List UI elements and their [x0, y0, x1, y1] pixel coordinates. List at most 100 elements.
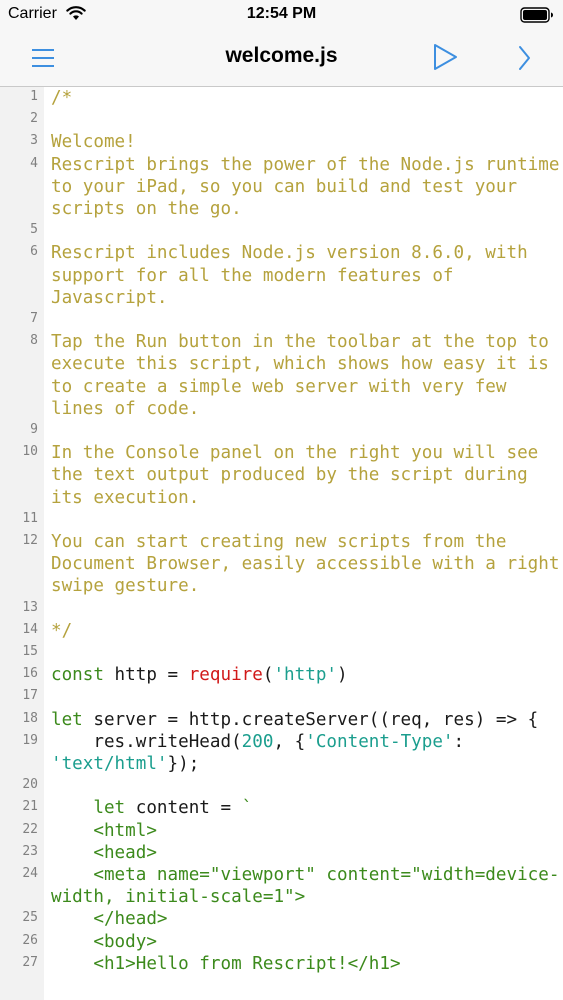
code-line[interactable]: 7	[0, 309, 563, 331]
code-token: require	[188, 665, 263, 686]
code-token: let	[51, 709, 83, 730]
code-text: Welcome!	[51, 131, 563, 153]
code-token: <h1>Hello from Rescript!</h1>	[51, 953, 401, 974]
code-editor[interactable]: 1/* 2 3 Welcome! 4 Rescript brings the power …	[0, 87, 563, 1000]
code-line[interactable]: 12 You can start creating new scripts fro…	[0, 531, 563, 598]
code-token: res.writeHead(	[51, 731, 242, 752]
code-token: http =	[103, 665, 189, 686]
line-number: 25	[22, 910, 38, 926]
line-number: 19	[22, 732, 38, 748]
code-text: res.writeHead(200, {'Content-Type': 'tex…	[51, 731, 563, 775]
code-line[interactable]: 16 const http = require('http')	[0, 664, 563, 686]
code-line[interactable]: 13	[0, 598, 563, 620]
code-text: Rescript includes Node.js version 8.6.0,…	[51, 242, 563, 309]
code-line[interactable]: 5	[0, 220, 563, 242]
code-line[interactable]: 3 Welcome!	[0, 131, 563, 153]
code-line[interactable]: 22 <html>	[0, 820, 563, 842]
code-line[interactable]: 8 Tap the Run button in the toolbar at th…	[0, 331, 563, 420]
code-text: */	[51, 620, 563, 642]
line-number: 22	[22, 821, 38, 837]
code-token: <body>	[51, 931, 157, 952]
code-text: Rescript brings the power of the Node.js…	[51, 154, 563, 221]
code-token: :	[453, 731, 475, 752]
line-number: 3	[30, 133, 38, 149]
code-token: 'text/html'	[51, 753, 168, 774]
code-line[interactable]: 26 <body>	[0, 931, 563, 953]
code-line[interactable]: 24 <meta name="viewport" content="width=…	[0, 864, 563, 908]
code-token: <html>	[51, 820, 157, 841]
code-token: )	[337, 665, 348, 686]
code-token: server = http.createServer((req, res) =>…	[82, 709, 539, 730]
line-number: 18	[22, 710, 38, 726]
code-token: Rescript includes Node.js version 8.6.0,…	[51, 243, 539, 308]
code-line[interactable]: 17	[0, 686, 563, 708]
code-token: , {	[273, 731, 306, 752]
code-token: content =	[125, 798, 242, 819]
code-line[interactable]: 25 </head>	[0, 908, 563, 930]
code-token: </head>	[51, 909, 168, 930]
code-text: In the Console panel on the right you wi…	[51, 442, 563, 509]
code-line[interactable]: 6 Rescript includes Node.js version 8.6.0…	[0, 242, 563, 309]
code-line[interactable]: 1 /*	[0, 87, 563, 109]
code-token: const	[51, 665, 104, 686]
navigation-bar: welcome.js	[0, 30, 563, 87]
code-token: In the Console panel on the right you wi…	[51, 443, 549, 508]
battery-icon	[520, 7, 553, 23]
code-token: */	[51, 620, 73, 641]
code-line[interactable]: 11	[0, 509, 563, 531]
code-line[interactable]: 20	[0, 775, 563, 797]
line-number: 27	[22, 954, 38, 970]
code-line[interactable]: 4 Rescript brings the power of the Node.j…	[0, 154, 563, 221]
code-token: `	[241, 798, 253, 819]
line-number: 6	[30, 244, 38, 260]
line-number: 5	[30, 222, 38, 238]
code-text: let content = `	[51, 797, 563, 819]
code-line[interactable]: 14 */	[0, 620, 563, 642]
code-line[interactable]: 18 let server = http.createServer((req, r…	[0, 709, 563, 731]
code-line[interactable]: 10 In the Console panel on the right you …	[0, 442, 563, 509]
code-token: Welcome!	[51, 132, 136, 153]
line-number: 2	[30, 111, 38, 127]
code-text: let server = http.createServer((req, res…	[51, 709, 563, 731]
line-number: 24	[22, 865, 38, 881]
code-text: <html>	[51, 820, 563, 842]
code-token: 200	[241, 731, 274, 752]
code-token: (	[262, 665, 274, 686]
line-number: 11	[22, 510, 38, 526]
code-line[interactable]: 9	[0, 420, 563, 442]
line-number: 16	[22, 666, 38, 682]
line-number: 7	[30, 311, 38, 326]
line-number: 9	[30, 422, 38, 437]
code-line[interactable]: 27 <h1>Hello from Rescript!</h1>	[0, 953, 563, 975]
code-token: /*	[51, 88, 73, 108]
line-number: 26	[22, 932, 38, 948]
file-title: welcome.js	[225, 44, 338, 67]
code-line[interactable]: 21 let content = `	[0, 797, 563, 819]
code-text: <h1>Hello from Rescript!</h1>	[51, 953, 563, 975]
chevron-right-icon[interactable]	[514, 43, 534, 73]
code-line[interactable]: 23 <head>	[0, 842, 563, 864]
line-number: 23	[22, 843, 38, 859]
code-line[interactable]: 15	[0, 642, 563, 664]
code-line[interactable]: 19 res.writeHead(200, {'Content-Type': '…	[0, 731, 563, 775]
line-number: 1	[30, 89, 38, 104]
code-text: Tap the Run button in the toolbar at the…	[51, 331, 563, 420]
code-line[interactable]: 2	[0, 109, 563, 131]
code-content[interactable]: 1/* 2 3 Welcome! 4 Rescript brings the power …	[0, 87, 563, 975]
line-number: 13	[22, 599, 38, 615]
play-icon[interactable]	[430, 42, 460, 72]
code-token: Tap the Run button in the toolbar at the…	[51, 332, 560, 419]
code-text: </head>	[51, 908, 563, 930]
line-number: 8	[30, 333, 38, 349]
line-number: 10	[22, 444, 38, 460]
code-text: <body>	[51, 931, 563, 953]
line-number: 14	[22, 621, 38, 637]
code-token: 'http'	[273, 665, 338, 686]
